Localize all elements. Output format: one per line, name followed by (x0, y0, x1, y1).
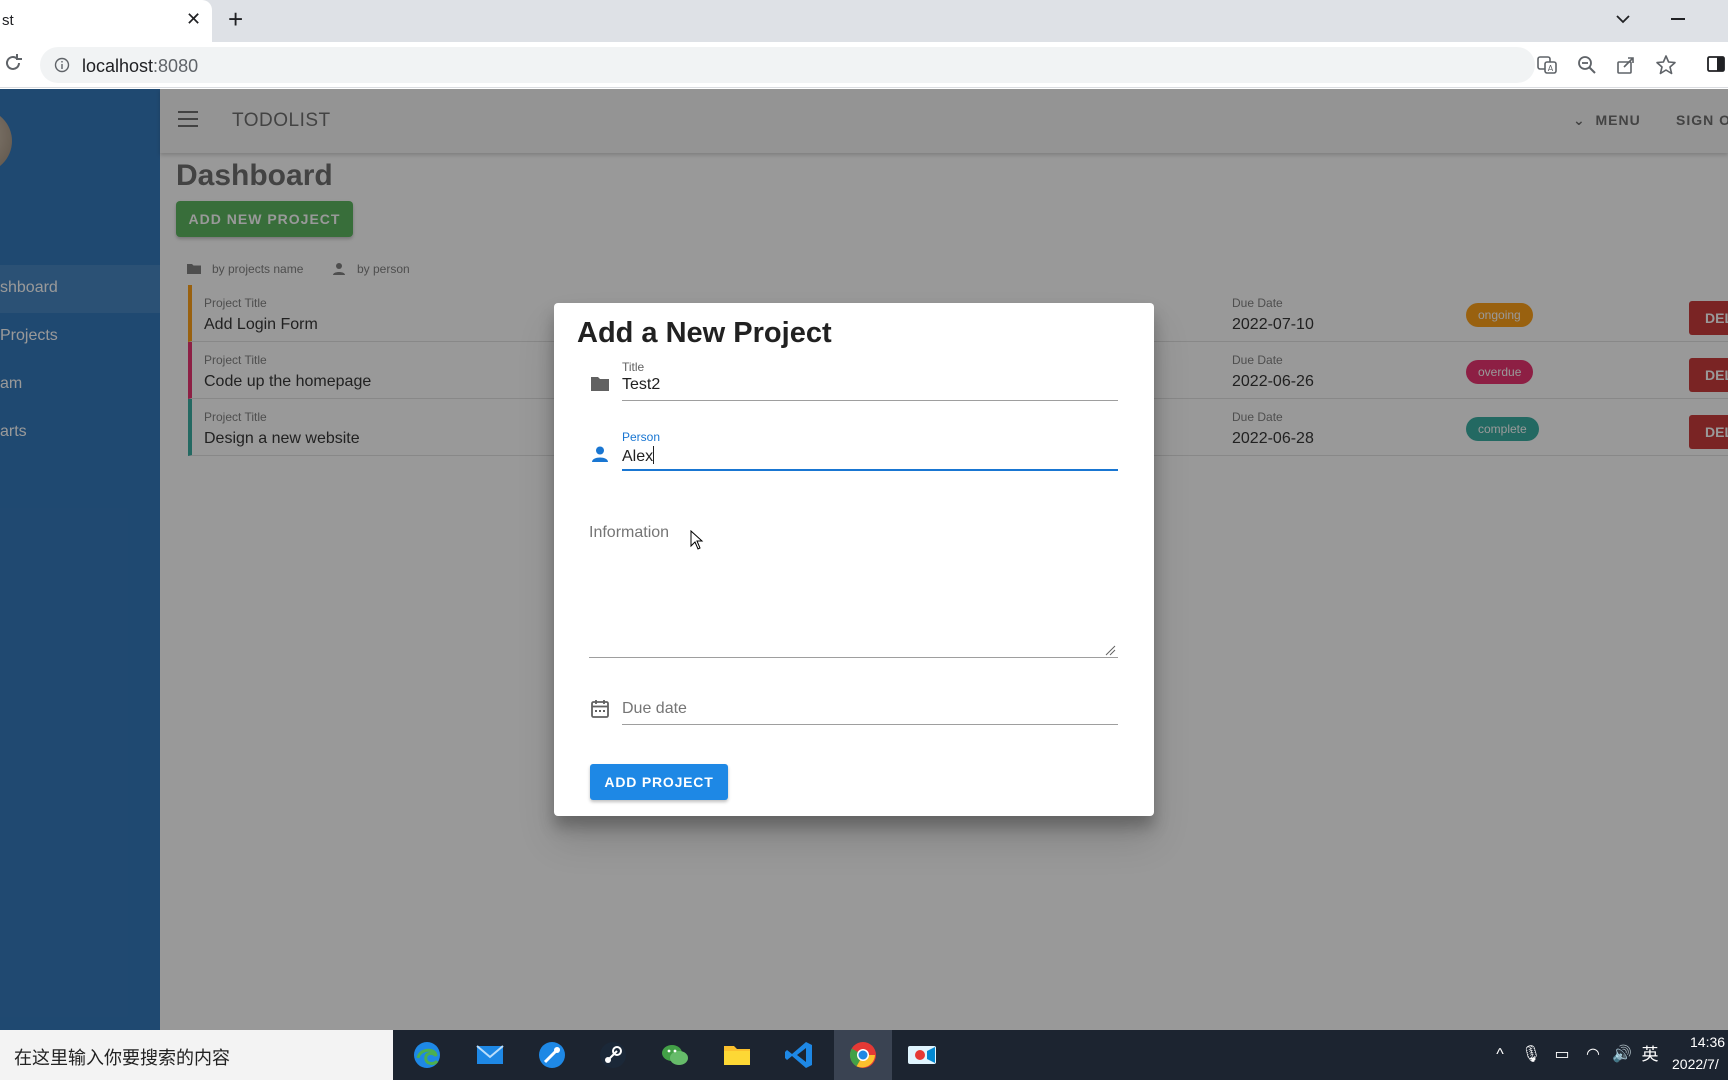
dialog-title: Add a New Project (577, 317, 832, 349)
clock-time[interactable]: 14:36 (1690, 1034, 1725, 1050)
side-panel-icon[interactable] (1706, 54, 1726, 74)
dev-tool-icon[interactable] (535, 1038, 569, 1072)
information-textarea[interactable]: Information (589, 524, 669, 542)
folder-icon (591, 377, 609, 391)
tab-title: st (2, 12, 14, 29)
browser-tab[interactable]: st ✕ (0, 0, 212, 42)
information-underline (589, 657, 1118, 658)
person-field-label: Person (622, 430, 661, 444)
svg-text:A: A (1548, 64, 1554, 73)
chevron-down-icon[interactable] (1612, 8, 1634, 30)
chrome-icon[interactable] (834, 1030, 892, 1080)
new-tab-icon[interactable]: + (228, 6, 243, 32)
show-hidden-icons-icon[interactable]: ^ (1490, 1045, 1510, 1065)
add-project-button[interactable]: ADD PROJECT (590, 764, 728, 800)
minimize-window-icon[interactable] (1671, 18, 1685, 20)
address-toolbar: localhost:8080 A (0, 42, 1728, 88)
vscode-icon[interactable] (782, 1038, 816, 1072)
title-field-label: Title (622, 360, 645, 374)
calendar-icon[interactable] (589, 698, 611, 720)
os-taskbar: 在这里输入你要搜索的内容 ^ 🎙 ▭ ◠ 🔊 英 14:36 2022/7/ (0, 1030, 1728, 1080)
title-underline (622, 400, 1118, 401)
taskbar-search-box[interactable]: 在这里输入你要搜索的内容 (0, 1030, 393, 1080)
mail-icon[interactable] (473, 1038, 507, 1072)
add-project-dialog: Add a New Project Title Test2 Person Ale… (554, 303, 1154, 816)
file-explorer-icon[interactable] (720, 1038, 754, 1072)
zoom-out-icon[interactable] (1576, 54, 1598, 76)
resize-handle-icon[interactable] (1104, 644, 1116, 656)
info-icon[interactable] (54, 57, 70, 73)
bookmark-star-icon[interactable] (1655, 54, 1677, 76)
ime-indicator[interactable]: 英 (1640, 1045, 1660, 1065)
person-icon (592, 446, 608, 462)
share-icon[interactable] (1615, 54, 1637, 76)
app-page: shboard Projects am arts TODOLIST ⌄ MENU… (0, 89, 1728, 1030)
clock-date[interactable]: 2022/7/ (1672, 1056, 1719, 1072)
mouse-pointer-icon (690, 530, 704, 550)
volume-icon[interactable]: 🔊 (1612, 1045, 1632, 1065)
steam-icon[interactable] (596, 1038, 630, 1072)
person-underline (622, 469, 1118, 471)
edge-browser-icon[interactable] (410, 1038, 444, 1072)
person-input[interactable]: Alex (622, 446, 655, 466)
wechat-icon[interactable] (658, 1038, 692, 1072)
title-input[interactable]: Test2 (622, 376, 660, 394)
url-bar[interactable]: localhost:8080 A (40, 47, 1596, 83)
screen-recorder-icon[interactable] (905, 1038, 939, 1072)
browser-tab-strip: st ✕ + (0, 0, 1728, 42)
due-date-underline (622, 724, 1118, 725)
reload-icon[interactable] (2, 52, 24, 74)
battery-icon[interactable]: ▭ (1552, 1045, 1572, 1065)
due-date-input[interactable]: Due date (622, 700, 687, 718)
url-text: localhost:8080 (82, 56, 199, 76)
microphone-icon[interactable]: 🎙 (1521, 1045, 1541, 1065)
close-tab-icon[interactable]: ✕ (186, 10, 201, 28)
wifi-icon[interactable]: ◠ (1583, 1045, 1603, 1065)
translate-icon[interactable]: A (1536, 54, 1558, 76)
